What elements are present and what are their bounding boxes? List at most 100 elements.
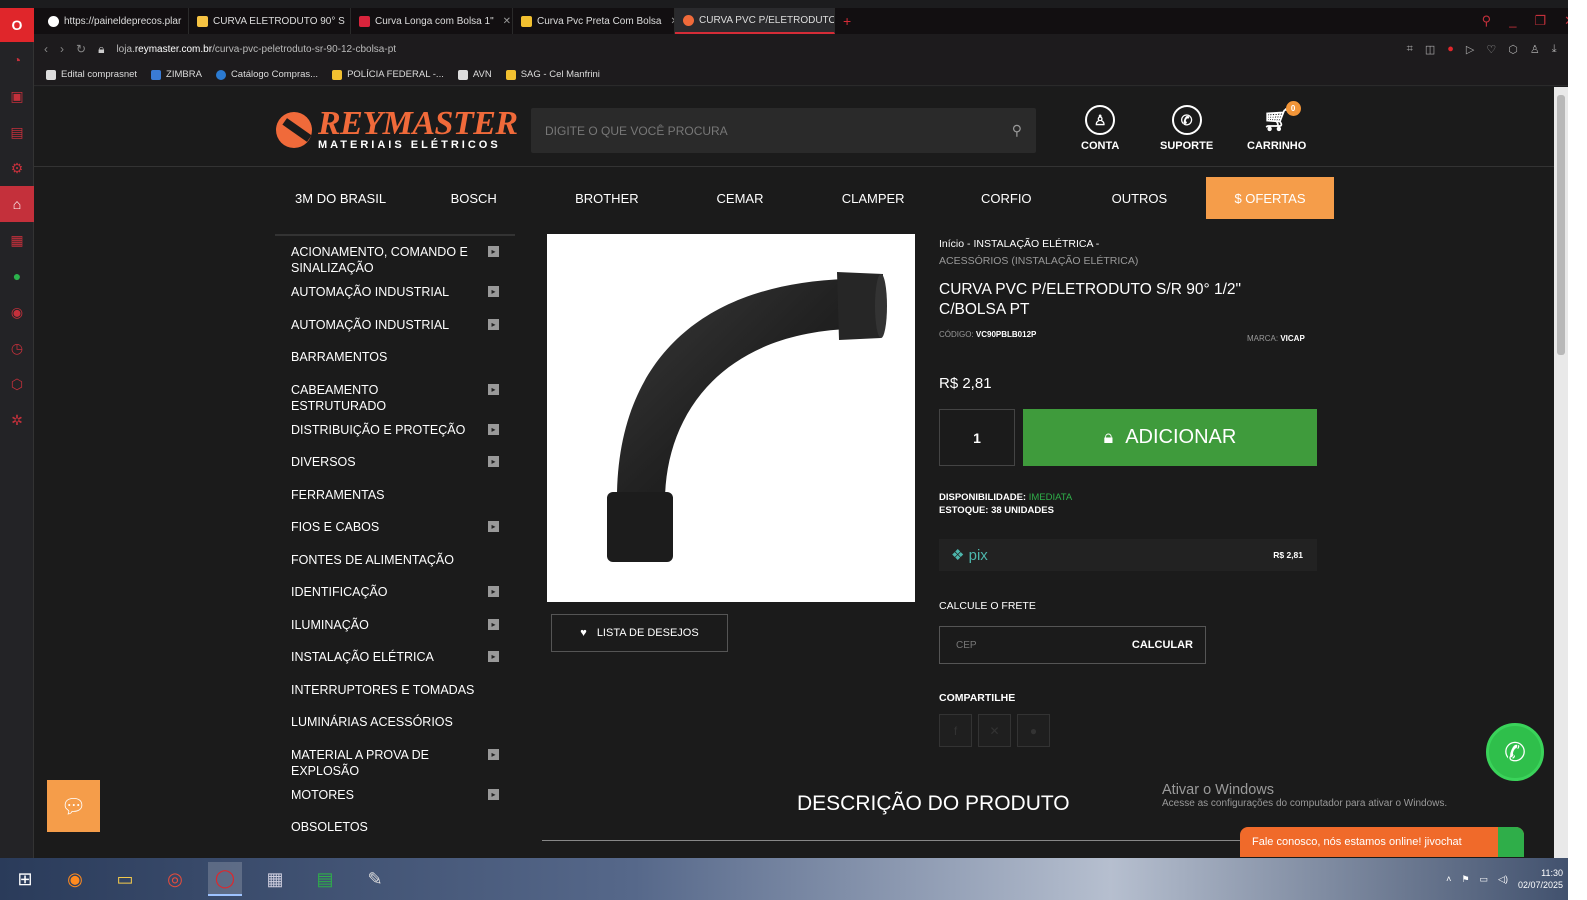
sidebar-item[interactable]: OBSOLETOS bbox=[275, 811, 515, 844]
search-input[interactable] bbox=[545, 123, 1012, 138]
nav-item[interactable]: BOSCH bbox=[407, 191, 540, 206]
sidebar-item[interactable]: LUMINÁRIAS ACESSÓRIOS bbox=[275, 706, 515, 739]
news-icon[interactable]: ▦ bbox=[0, 222, 34, 258]
show-hidden-icon[interactable]: ˄ bbox=[1446, 874, 1451, 884]
play-icon[interactable]: ▷ bbox=[1466, 43, 1474, 56]
wishlist-button[interactable]: ♥ LISTA DE DESEJOS bbox=[551, 614, 728, 652]
file-explorer-icon[interactable]: ▭ bbox=[108, 862, 142, 896]
sidebar-item[interactable]: ACIONAMENTO, COMANDO E SINALIZAÇÃO ▸ bbox=[275, 236, 515, 276]
firefox-icon[interactable]: ◉ bbox=[58, 862, 92, 896]
nav-item[interactable]: CEMAR bbox=[673, 191, 806, 206]
quantity-input[interactable]: 1 bbox=[939, 409, 1015, 466]
sidebar-item[interactable]: FIOS E CABOS ▸ bbox=[275, 511, 515, 544]
search-icon[interactable]: ⚲ bbox=[1012, 122, 1022, 139]
new-tab-button[interactable]: + bbox=[835, 8, 859, 34]
bookmark[interactable]: Catálogo Compras... bbox=[215, 69, 318, 80]
nav-item[interactable]: CLAMPER bbox=[807, 191, 940, 206]
bookmark[interactable]: POLÍCIA FEDERAL -... bbox=[332, 69, 444, 80]
scrollbar-thumb[interactable] bbox=[1557, 95, 1565, 355]
windows-start-icon[interactable]: ⊞ bbox=[8, 862, 42, 896]
tab[interactable]: CURVA ELETRODUTO 90° S ✕ bbox=[189, 8, 351, 34]
whatsapp-sidebar-icon[interactable]: ● bbox=[0, 258, 34, 294]
close-tab-icon[interactable]: ✕ bbox=[503, 16, 511, 27]
add-to-cart-button[interactable]: 🔒︎ ADICIONAR bbox=[1023, 409, 1317, 466]
whatsapp-share-icon[interactable]: ● bbox=[1017, 714, 1050, 747]
opera-logo-icon[interactable]: O bbox=[0, 8, 34, 42]
brand-value[interactable]: VICAP bbox=[1280, 334, 1304, 343]
product-image[interactable] bbox=[547, 234, 915, 602]
nav-item[interactable]: 3M DO BRASIL bbox=[274, 191, 407, 206]
settings-icon[interactable]: ⚙ bbox=[0, 150, 34, 186]
breadcrumb-category[interactable]: INSTALAÇÃO ELÉTRICA bbox=[973, 238, 1092, 250]
shopping-bag-icon[interactable]: ▣ bbox=[0, 78, 34, 114]
support-link[interactable]: ✆ SUPORTE bbox=[1160, 105, 1213, 152]
network-icon[interactable]: ▭ bbox=[1480, 874, 1489, 885]
cart-link[interactable]: 🛒︎ 0 CARRINHO bbox=[1247, 101, 1306, 152]
sheets-icon[interactable]: ▤ bbox=[308, 862, 342, 896]
twitter-icon[interactable]: ✕ bbox=[978, 714, 1011, 747]
minimize-icon[interactable]: _ bbox=[1509, 13, 1516, 29]
sidebar-item[interactable]: MATERIAL A PROVA DE EXPLOSÃO ▸ bbox=[275, 739, 515, 779]
search-tabs-icon[interactable]: ⚲ bbox=[1482, 13, 1492, 29]
url-field[interactable]: loja.reymaster.com.br/curva-pvc-peletrod… bbox=[116, 44, 396, 55]
facebook-icon[interactable]: f bbox=[939, 714, 972, 747]
sidebar-item[interactable]: AUTOMAÇÃO INDUSTRIAL ▸ bbox=[275, 309, 515, 342]
flag-icon[interactable]: ⚑ bbox=[1461, 874, 1469, 885]
account-link[interactable]: ♙ CONTA bbox=[1081, 105, 1119, 152]
download-icon[interactable]: ⤓ bbox=[1552, 43, 1557, 56]
cube-icon[interactable]: ⬡ bbox=[1508, 43, 1518, 56]
offers-button[interactable]: $ OFERTAS bbox=[1205, 177, 1334, 219]
forward-icon[interactable]: › bbox=[60, 42, 64, 56]
tab[interactable]: Curva Pvc Preta Com Bolsa ✕ bbox=[513, 8, 675, 34]
nav-item[interactable]: OUTROS bbox=[1073, 191, 1206, 206]
tab[interactable]: https://paineldeprecos.plar ✕ bbox=[34, 8, 189, 34]
clock[interactable]: 11:30 02/07/2025 bbox=[1518, 867, 1563, 891]
messenger-icon[interactable]: ▤ bbox=[0, 114, 34, 150]
speed-dial-icon[interactable]: ◔ bbox=[0, 42, 34, 78]
chrome-icon[interactable]: ◎ bbox=[158, 862, 192, 896]
camera-icon[interactable]: ◫ bbox=[1425, 43, 1435, 56]
tab[interactable]: Curva Longa com Bolsa 1" ✕ bbox=[351, 8, 513, 34]
sidebar-item[interactable]: AUTOMAÇÃO INDUSTRIAL ▸ bbox=[275, 276, 515, 309]
breadcrumb-subcategory[interactable]: ACESSÓRIOS (INSTALAÇÃO ELÉTRICA) bbox=[939, 255, 1138, 267]
chat-float-button[interactable]: 💬︎ bbox=[47, 780, 100, 832]
whatsapp-float-button[interactable]: ✆ bbox=[1486, 723, 1544, 781]
restore-icon[interactable]: ❐ bbox=[1534, 13, 1546, 29]
heart-icon[interactable]: ♡ bbox=[1486, 43, 1496, 56]
sidebar-item[interactable]: INSTALAÇÃO ELÉTRICA ▸ bbox=[275, 641, 515, 674]
back-icon[interactable]: ‹ bbox=[44, 42, 48, 56]
calculate-button[interactable]: CALCULAR bbox=[1132, 639, 1193, 651]
reload-icon[interactable]: ↻ bbox=[76, 42, 86, 56]
nav-item[interactable]: CORFIO bbox=[940, 191, 1073, 206]
home-icon[interactable]: ⌂ bbox=[0, 186, 34, 222]
bookmark[interactable]: SAG - Cel Manfrini bbox=[505, 69, 600, 80]
live-chat-bar[interactable]: Fale conosco, nós estamos online! jivoch… bbox=[1240, 827, 1524, 857]
extensions-icon[interactable]: ✲ bbox=[0, 402, 34, 438]
cep-input[interactable] bbox=[956, 639, 1096, 651]
bookmark[interactable]: Edital comprasnet bbox=[46, 69, 137, 80]
site-logo[interactable]: REYMASTER MATERIAIS ELÉTRICOS bbox=[276, 107, 518, 151]
sidebar-item[interactable]: BARRAMENTOS bbox=[275, 341, 515, 374]
sidebar-item[interactable]: FONTES DE ALIMENTAÇÃO bbox=[275, 544, 515, 577]
sidebar-item[interactable]: DISTRIBUIÇÃO E PROTEÇÃO ▸ bbox=[275, 414, 515, 447]
sidebar-item[interactable]: MOTORES ▸ bbox=[275, 779, 515, 812]
bookmark[interactable]: ZIMBRA bbox=[151, 69, 202, 80]
volume-icon[interactable]: ◁) bbox=[1498, 874, 1508, 885]
sidebar-item[interactable]: IDENTIFICAÇÃO ▸ bbox=[275, 576, 515, 609]
player-icon[interactable]: ◉ bbox=[0, 294, 34, 330]
sidebar-item[interactable]: FERRAMENTAS bbox=[275, 479, 515, 512]
profile-icon[interactable]: ♙ bbox=[1530, 43, 1540, 56]
sidebar-item[interactable]: DIVERSOS ▸ bbox=[275, 446, 515, 479]
opera-taskbar-icon[interactable]: ◯ bbox=[208, 862, 242, 896]
page-scrollbar[interactable] bbox=[1554, 87, 1568, 858]
sidebar-item[interactable]: CABEAMENTO ESTRUTURADO ▸ bbox=[275, 374, 515, 414]
snapshot-icon[interactable]: ⌗ bbox=[1407, 43, 1413, 56]
cube-icon[interactable]: ⬡ bbox=[0, 366, 34, 402]
calculator-icon[interactable]: ▦ bbox=[258, 862, 292, 896]
history-icon[interactable]: ◷ bbox=[0, 330, 34, 366]
breadcrumb-home[interactable]: Início bbox=[939, 238, 964, 250]
adblock-icon[interactable]: ● bbox=[1447, 43, 1454, 56]
paint-icon[interactable]: ✎ bbox=[358, 862, 392, 896]
nav-item[interactable]: BROTHER bbox=[540, 191, 673, 206]
sidebar-item[interactable]: INTERRUPTORES E TOMADAS bbox=[275, 674, 515, 707]
